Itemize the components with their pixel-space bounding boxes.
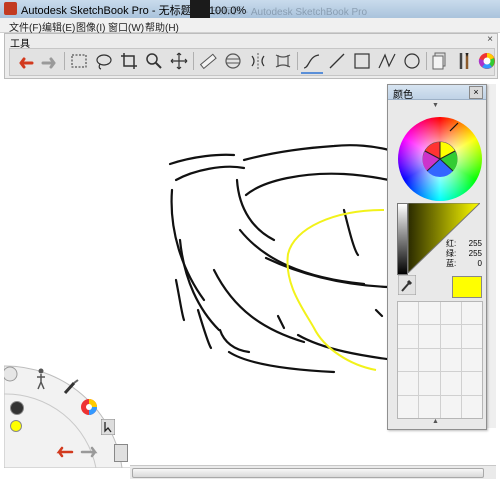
lagoon-undo-icon[interactable] [54, 446, 76, 458]
toolbar-separator [64, 52, 65, 70]
symmetry-icon[interactable] [247, 50, 269, 72]
empty-swatch[interactable] [419, 372, 440, 395]
page-icon[interactable] [114, 444, 128, 462]
toolbar-separator [193, 52, 194, 70]
empty-swatch[interactable] [419, 395, 440, 418]
empty-swatch[interactable] [419, 348, 440, 372]
brush-size-icon[interactable] [10, 401, 24, 415]
empty-swatch[interactable] [461, 372, 482, 395]
ruler-icon[interactable] [197, 50, 219, 72]
zoom-icon[interactable] [143, 50, 165, 72]
rect-select-icon[interactable] [68, 50, 90, 72]
redo-icon[interactable] [39, 50, 61, 72]
toolbar-separator [426, 52, 427, 70]
empty-swatch[interactable] [461, 325, 482, 348]
empty-swatch[interactable] [440, 302, 461, 325]
distort-icon[interactable] [272, 50, 294, 72]
color-swatch-grid [397, 301, 483, 419]
eyedropper-icon[interactable] [397, 274, 417, 296]
empty-swatch[interactable] [440, 395, 461, 418]
current-color-swatch[interactable] [452, 276, 482, 298]
figure-icon[interactable] [34, 368, 48, 390]
lagoon-color-wheel-icon[interactable] [80, 398, 98, 416]
color-wheel-icon[interactable] [476, 50, 498, 72]
circle-icon[interactable] [401, 50, 423, 72]
menu-bar: 文件(F) 编辑(E) 图像(I) 窗口(W) 帮助(H) [0, 18, 500, 34]
pointer-icon[interactable] [100, 418, 116, 436]
toolbar-separator [297, 52, 298, 70]
rgb-readout: 红: 255 绿: 255 蓝: 0 [446, 239, 482, 269]
menu-image[interactable]: 图像(I) [76, 19, 105, 34]
gray-slider[interactable] [397, 203, 408, 275]
freehand-line-icon[interactable] [301, 50, 323, 74]
empty-swatch[interactable] [398, 348, 419, 372]
rgb-row-red: 红: 255 [446, 239, 482, 248]
empty-swatch[interactable] [461, 395, 482, 418]
background-window-title: 无标题 - Autodesk SketchBook Pro [212, 7, 368, 15]
empty-swatch[interactable] [398, 302, 419, 325]
brush-icon[interactable] [62, 378, 80, 396]
tools-panel: 工具 × [4, 33, 498, 79]
color-panel-close-button[interactable]: × [469, 86, 483, 99]
lagoon-menu [2, 356, 132, 469]
empty-swatch[interactable] [440, 372, 461, 395]
empty-swatch[interactable] [419, 302, 440, 325]
title-bar-dark-block [190, 0, 210, 18]
layers-icon[interactable] [429, 50, 451, 72]
crop-icon[interactable] [118, 50, 140, 72]
color-panel: 颜色 × ▼ 红: 255 绿: 255 蓝: 0 ▲ [387, 84, 487, 430]
menu-help[interactable]: 帮助(H) [145, 19, 179, 34]
polyline-icon[interactable] [376, 50, 398, 72]
empty-swatch[interactable] [440, 325, 461, 348]
undo-icon[interactable] [14, 50, 36, 72]
empty-swatch[interactable] [398, 325, 419, 348]
menu-file[interactable]: 文件(F) [9, 19, 42, 34]
collapse-up-icon[interactable]: ▼ [432, 102, 439, 109]
tools-panel-close-button[interactable]: × [487, 34, 493, 45]
color-wheel-inner [422, 122, 459, 178]
empty-swatch[interactable] [440, 348, 461, 372]
rgb-row-green: 绿: 255 [446, 249, 482, 258]
color-panel-title: 颜色 [393, 90, 413, 101]
empty-swatch[interactable] [419, 325, 440, 348]
empty-swatch[interactable] [461, 302, 482, 325]
lagoon-redo-icon[interactable] [78, 446, 100, 458]
move-icon[interactable] [168, 50, 190, 72]
current-brush-color[interactable] [10, 420, 22, 432]
lasso-icon[interactable] [93, 50, 115, 72]
tools-row [9, 48, 495, 76]
empty-swatch[interactable] [398, 395, 419, 418]
rectangle-icon[interactable] [351, 50, 373, 72]
collapse-down-icon[interactable]: ▲ [432, 418, 439, 425]
menu-edit[interactable]: 编辑(E) [42, 19, 75, 34]
title-bar: Autodesk SketchBook Pro - 无标题 @ 100.0% 无… [0, 0, 500, 19]
empty-swatch[interactable] [461, 348, 482, 372]
horizontal-scrollbar[interactable] [130, 465, 496, 479]
line-icon[interactable] [326, 50, 348, 72]
menu-window[interactable]: 窗口(W) [108, 19, 144, 34]
ellipse-guide-icon[interactable] [222, 50, 244, 72]
horizontal-scroll-thumb[interactable] [132, 468, 484, 478]
empty-swatch[interactable] [398, 372, 419, 395]
color-panel-titlebar[interactable]: 颜色 × [388, 85, 486, 101]
app-icon [4, 2, 17, 15]
brushes-icon[interactable] [453, 50, 475, 72]
rgb-row-blue: 蓝: 0 [446, 259, 482, 268]
